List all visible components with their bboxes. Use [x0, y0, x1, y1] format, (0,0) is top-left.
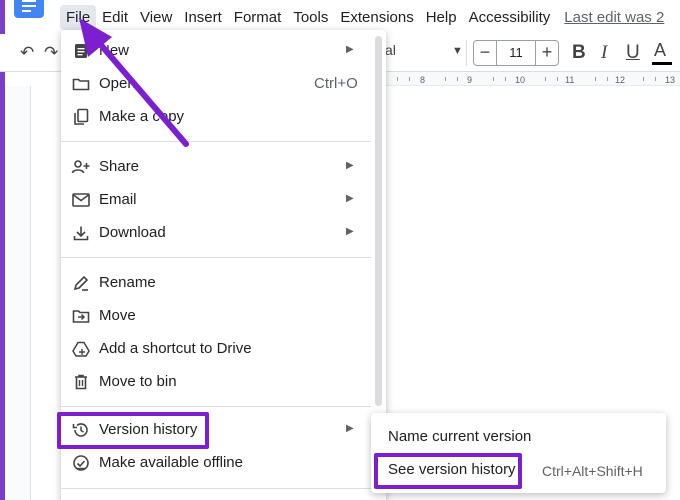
menu-item-label: Open	[99, 75, 136, 92]
submenu-arrow-icon: ▶	[346, 423, 354, 434]
folder-icon	[71, 74, 91, 94]
menu-help[interactable]: Help	[420, 5, 463, 30]
menu-divider	[61, 141, 371, 142]
ruler-tick: 9	[467, 75, 473, 85]
drive-shortcut-icon	[71, 339, 91, 359]
docs-logo-icon[interactable]	[14, 0, 44, 18]
menu-tools[interactable]: Tools	[287, 5, 334, 30]
window-edge	[0, 0, 5, 500]
ruler-tick: 12	[615, 75, 626, 85]
menu-item-make-a-copy[interactable]: Make a copy	[61, 101, 371, 133]
submenu-arrow-icon: ▶	[346, 193, 354, 204]
toolbar-divider	[466, 40, 467, 66]
submenu-arrow-icon: ▶	[346, 226, 354, 237]
download-icon	[71, 223, 91, 243]
copy-icon	[71, 107, 91, 127]
email-icon	[71, 190, 91, 210]
ruler[interactable]: 8 9 10 11 12 13	[385, 72, 680, 86]
menu-item-label: Make a copy	[99, 108, 185, 125]
last-edit-link[interactable]: Last edit was 2	[564, 9, 664, 26]
bold-button[interactable]: B	[572, 42, 586, 64]
menu-item-label: Email	[99, 191, 137, 208]
menu-insert[interactable]: Insert	[178, 5, 228, 30]
menu-bar: File Edit View Insert Format Tools Exten…	[60, 2, 664, 32]
ruler-tick: 13	[665, 75, 676, 85]
ruler-tick: 10	[515, 75, 526, 85]
menu-item-add-shortcut-to-drive[interactable]: Add a shortcut to Drive	[61, 333, 371, 365]
menu-divider	[61, 257, 371, 258]
font-size-decrease-button[interactable]: −	[473, 40, 497, 66]
menu-item-label: Make available offline	[99, 454, 243, 471]
menu-item-label: Move to bin	[99, 373, 177, 390]
redo-icon[interactable]: ↷	[44, 43, 58, 63]
text-color-button[interactable]: A	[654, 40, 666, 61]
font-size-input[interactable]: 11	[497, 40, 535, 66]
menu-item-email[interactable]: Email ▶	[61, 184, 371, 216]
menu-item-label: Add a shortcut to Drive	[99, 340, 252, 357]
underline-button[interactable]: U	[626, 42, 640, 64]
submenu-item-label: Name current version	[388, 428, 532, 445]
italic-button[interactable]: I	[601, 42, 607, 64]
menu-item-move[interactable]: Move	[61, 300, 371, 332]
submenu-arrow-icon: ▶	[346, 160, 354, 171]
see-version-history-highlight	[374, 453, 522, 489]
menu-item-share[interactable]: Share ▶	[61, 151, 371, 183]
submenu-item-name-current-version[interactable]: Name current version	[371, 422, 666, 452]
font-family-select[interactable]: al	[385, 42, 396, 58]
menu-scrollbar[interactable]	[375, 36, 382, 406]
menu-format[interactable]: Format	[228, 5, 288, 30]
menu-item-label: New	[99, 42, 130, 59]
rename-icon	[71, 273, 91, 293]
font-dropdown-arrow-icon[interactable]: ▼	[452, 45, 463, 57]
move-folder-icon	[71, 306, 91, 326]
menu-view[interactable]: View	[134, 5, 178, 30]
font-size-increase-button[interactable]: +	[535, 40, 559, 66]
menu-file[interactable]: File	[60, 4, 97, 30]
menu-accessibility[interactable]: Accessibility	[463, 5, 557, 30]
menu-item-download[interactable]: Download ▶	[61, 217, 371, 249]
menu-edit[interactable]: Edit	[96, 5, 134, 30]
menu-item-label: Download	[99, 224, 166, 241]
ruler-tick: 11	[565, 75, 575, 85]
trash-icon	[71, 372, 91, 392]
undo-icon[interactable]: ↶	[20, 43, 34, 63]
menu-extensions[interactable]: Extensions	[334, 5, 419, 30]
menu-item-open[interactable]: Open Ctrl+O	[61, 68, 371, 100]
menu-shortcut: Ctrl+O	[314, 75, 358, 92]
menu-item-rename[interactable]: Rename	[61, 267, 371, 299]
menu-divider	[61, 406, 371, 407]
document-icon	[71, 41, 91, 61]
text-color-swatch	[652, 62, 672, 65]
version-history-highlight	[57, 412, 209, 449]
submenu-shortcut: Ctrl+Alt+Shift+H	[542, 463, 643, 479]
menu-item-label: Move	[99, 307, 136, 324]
menu-item-new[interactable]: New ▶	[61, 35, 371, 67]
menu-item-move-to-bin[interactable]: Move to bin	[61, 366, 371, 398]
menu-divider	[61, 488, 371, 489]
offline-check-icon	[71, 453, 91, 473]
menu-item-label: Rename	[99, 274, 156, 291]
menu-item-label: Share	[99, 158, 140, 175]
submenu-arrow-icon: ▶	[346, 44, 354, 55]
ruler-tick: 8	[420, 75, 426, 85]
menu-item-make-available-offline[interactable]: Make available offline	[61, 447, 371, 479]
person-add-icon	[71, 157, 91, 177]
